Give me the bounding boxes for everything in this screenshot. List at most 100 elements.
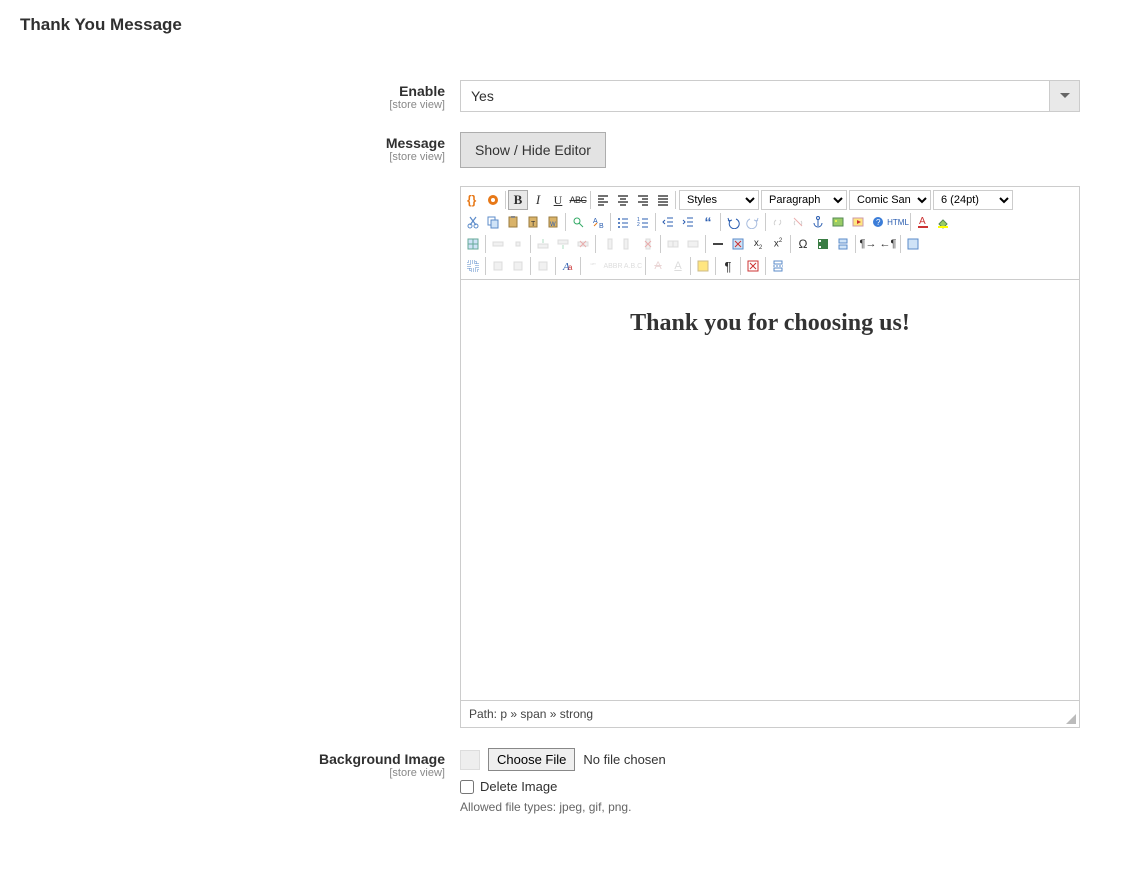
unlink-icon[interactable] <box>788 212 808 232</box>
pagebreak2-icon[interactable] <box>768 256 788 276</box>
insert-widget-icon[interactable]: {} <box>463 190 483 210</box>
editor-content-area[interactable]: Thank you for choosing us! <box>461 280 1079 700</box>
font-select[interactable]: Comic Sans MS <box>849 190 931 210</box>
bgimage-scope: [store view] <box>20 767 445 779</box>
align-center-icon[interactable] <box>613 190 633 210</box>
html-icon[interactable]: HTML <box>888 212 908 232</box>
svg-text:a: a <box>568 263 573 272</box>
file-types-hint: Allowed file types: jpeg, gif, png. <box>460 800 1080 814</box>
insert-col-before-icon[interactable] <box>598 234 618 254</box>
insert-row-before-icon[interactable] <box>533 234 553 254</box>
align-left-icon[interactable] <box>593 190 613 210</box>
indent-icon[interactable] <box>678 212 698 232</box>
layer-icon[interactable] <box>463 256 483 276</box>
editor-path-bar: Path: p » span » strong <box>461 700 1079 727</box>
styles-select[interactable]: Styles <box>679 190 759 210</box>
cut-icon[interactable] <box>463 212 483 232</box>
enable-scope: [store view] <box>20 99 445 111</box>
bgimage-thumb <box>460 750 480 770</box>
embed-media-icon[interactable] <box>813 234 833 254</box>
page-break-icon[interactable] <box>833 234 853 254</box>
image-icon[interactable] <box>828 212 848 232</box>
strike-icon[interactable]: ABC <box>568 190 588 210</box>
insert-row-after-icon[interactable] <box>553 234 573 254</box>
svg-text:{}: {} <box>467 193 477 207</box>
wysiwyg-editor: {} B I U ABC Styles Paragraph Comic Sans… <box>460 186 1080 728</box>
message-scope: [store view] <box>20 151 445 163</box>
align-justify-icon[interactable] <box>653 190 673 210</box>
delete-col-icon[interactable] <box>638 234 658 254</box>
delete-image-checkbox[interactable] <box>460 780 474 794</box>
attributes-icon[interactable] <box>693 256 713 276</box>
paste-word-icon[interactable]: W <box>543 212 563 232</box>
text-color-icon[interactable]: A <box>913 212 933 232</box>
section-title: Thank You Message <box>20 15 1109 35</box>
svg-text:W: W <box>550 222 556 228</box>
special-char-icon[interactable]: Ω <box>793 234 813 254</box>
superscript-icon[interactable]: x2 <box>768 234 788 254</box>
underline-icon[interactable]: U <box>548 190 568 210</box>
svg-text:2: 2 <box>637 222 640 228</box>
enable-select-value[interactable]: Yes <box>460 80 1050 112</box>
toggle-editor-button[interactable]: Show / Hide Editor <box>460 132 606 168</box>
media-icon[interactable] <box>848 212 868 232</box>
delete-image-row[interactable]: Delete Image <box>460 779 1080 794</box>
split-cell-icon[interactable] <box>663 234 683 254</box>
del-icon[interactable]: A <box>648 256 668 276</box>
table-icon[interactable] <box>463 234 483 254</box>
blockquote-icon[interactable]: “ <box>698 212 718 232</box>
delete-row-icon[interactable] <box>573 234 593 254</box>
delete-image-label: Delete Image <box>480 779 557 794</box>
rtl-icon[interactable]: ←¶ <box>878 234 898 254</box>
bullet-list-icon[interactable] <box>613 212 633 232</box>
fullscreen-icon[interactable] <box>903 234 923 254</box>
copy-icon[interactable] <box>483 212 503 232</box>
italic-icon[interactable]: I <box>528 190 548 210</box>
layer-forward-icon[interactable] <box>488 256 508 276</box>
size-select[interactable]: 6 (24pt) <box>933 190 1013 210</box>
editor-path-label: Path: <box>469 707 497 721</box>
merge-cell-icon[interactable] <box>683 234 703 254</box>
layer-abs-icon[interactable] <box>533 256 553 276</box>
abbr-icon[interactable]: ABBR <box>603 256 623 276</box>
style-props-icon[interactable]: Aa <box>558 256 578 276</box>
chevron-down-icon[interactable] <box>1050 80 1080 112</box>
paste-icon[interactable] <box>503 212 523 232</box>
format-select[interactable]: Paragraph <box>761 190 847 210</box>
undo-icon[interactable] <box>723 212 743 232</box>
bgimage-label: Background Image <box>20 751 445 767</box>
acronym-icon[interactable]: A.B.C <box>623 256 643 276</box>
bg-color-icon[interactable] <box>933 212 953 232</box>
editor-path-value[interactable]: p » span » strong <box>500 707 593 721</box>
bold-icon[interactable]: B <box>508 190 528 210</box>
help-icon[interactable]: ? <box>868 212 888 232</box>
ltr-icon[interactable]: ¶→ <box>858 234 878 254</box>
anchor-icon[interactable] <box>808 212 828 232</box>
align-right-icon[interactable] <box>633 190 653 210</box>
insert-variable-icon[interactable] <box>483 190 503 210</box>
row-props-icon[interactable] <box>488 234 508 254</box>
subscript-icon[interactable]: x2 <box>748 234 768 254</box>
form-row-bgimage: Background Image [store view] Choose Fil… <box>20 748 1109 814</box>
link-icon[interactable] <box>768 212 788 232</box>
resize-grip-icon[interactable] <box>1065 713 1077 725</box>
remove-format-icon[interactable] <box>728 234 748 254</box>
cell-props-icon[interactable] <box>508 234 528 254</box>
redo-icon[interactable] <box>743 212 763 232</box>
nonbreaking-icon[interactable] <box>743 256 763 276</box>
enable-select[interactable]: Yes <box>460 80 1080 112</box>
visualchars-icon[interactable]: ¶ <box>718 256 738 276</box>
editor-toolbar: {} B I U ABC Styles Paragraph Comic Sans… <box>461 187 1079 280</box>
form-row-enable: Enable [store view] Yes <box>20 80 1109 112</box>
outdent-icon[interactable] <box>658 212 678 232</box>
choose-file-button[interactable]: Choose File <box>488 748 575 771</box>
layer-back-icon[interactable] <box>508 256 528 276</box>
find-icon[interactable] <box>568 212 588 232</box>
hr-icon[interactable] <box>708 234 728 254</box>
insert-col-after-icon[interactable] <box>618 234 638 254</box>
paste-text-icon[interactable]: T <box>523 212 543 232</box>
ins-icon[interactable]: A <box>668 256 688 276</box>
cite-icon[interactable]: “” <box>583 256 603 276</box>
replace-icon[interactable]: AB <box>588 212 608 232</box>
number-list-icon[interactable]: 12 <box>633 212 653 232</box>
